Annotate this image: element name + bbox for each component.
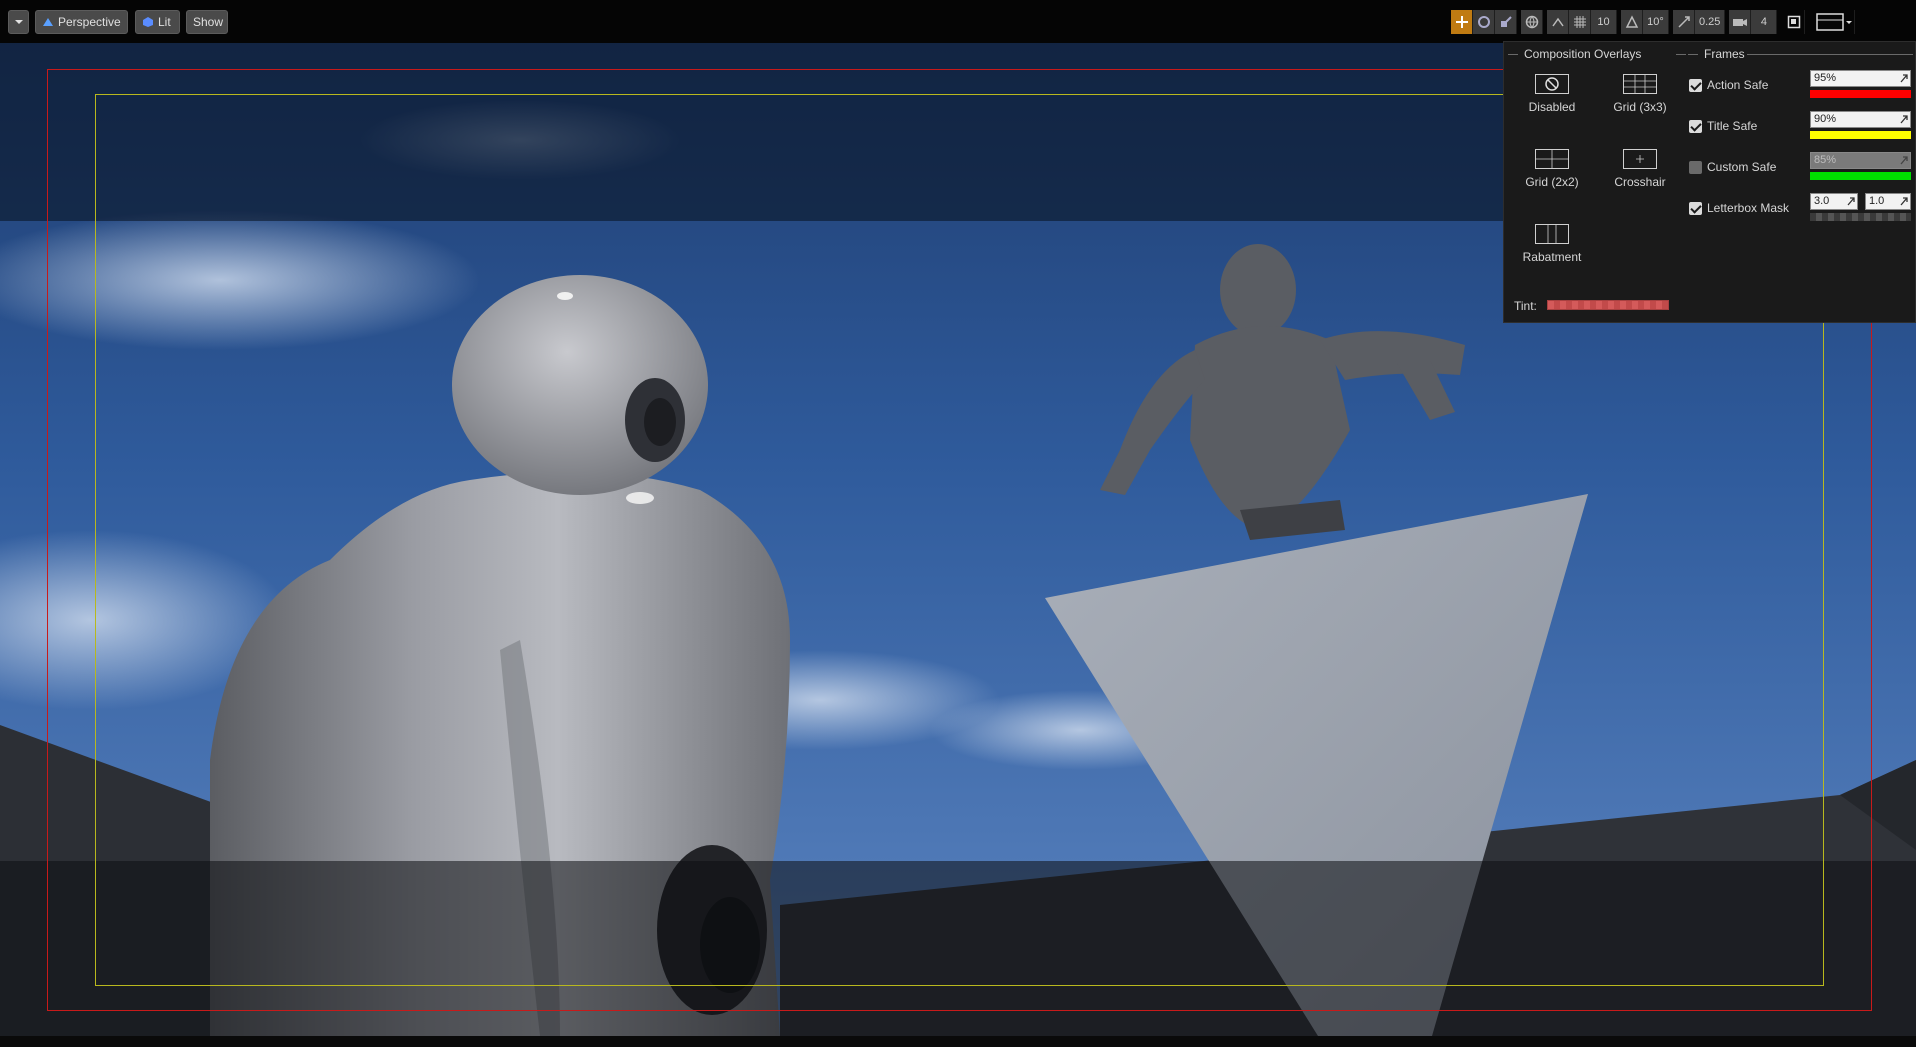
show-label: Show xyxy=(193,15,224,29)
letterbox-ratio-b-field[interactable]: 1.0 xyxy=(1865,193,1911,210)
letterbox-mask-row: Letterbox Mask xyxy=(1689,198,1789,218)
custom-safe-percent-field[interactable]: 85% xyxy=(1810,152,1911,169)
grid-snap-value[interactable]: 10 xyxy=(1591,10,1617,34)
scale-tool-button[interactable] xyxy=(1495,10,1517,34)
rotation-snap-button[interactable] xyxy=(1621,10,1643,34)
title-safe-color-swatch[interactable] xyxy=(1810,131,1911,139)
tint-color-swatch[interactable] xyxy=(1547,300,1669,310)
camera-icon xyxy=(1732,19,1747,26)
letterbox-mask-label: Letterbox Mask xyxy=(1707,201,1790,215)
rabatment-icon xyxy=(1535,224,1569,244)
overlay-grid-2x2-option[interactable]: Grid (2x2) xyxy=(1507,139,1597,199)
action-safe-value: 95% xyxy=(1814,72,1837,84)
spin-arrows-icon xyxy=(1900,115,1908,124)
overlay-crosshair-option[interactable]: Crosshair xyxy=(1595,139,1685,199)
overlay-disabled-label: Disabled xyxy=(1528,100,1576,114)
maximize-viewport-button[interactable] xyxy=(1783,10,1806,34)
lit-button[interactable]: Lit xyxy=(135,10,180,34)
action-safe-percent-field[interactable]: 95% xyxy=(1810,70,1911,87)
show-button[interactable]: Show xyxy=(186,10,228,34)
action-safe-checkbox[interactable] xyxy=(1689,78,1702,92)
lit-label: Lit xyxy=(158,15,171,29)
perspective-label: Perspective xyxy=(58,15,121,29)
rotation-snap-value[interactable]: 10° xyxy=(1643,10,1669,34)
camera-speed-button[interactable] xyxy=(1729,10,1752,34)
disabled-icon xyxy=(1535,74,1569,94)
lit-mode-icon xyxy=(143,17,153,27)
overlay-disabled-option[interactable]: Disabled xyxy=(1507,64,1597,124)
transform-toolbar: 10 10° 0.25 4 xyxy=(1451,10,1856,34)
overlay-crosshair-label: Crosshair xyxy=(1614,175,1666,189)
title-safe-percent-field[interactable]: 90% xyxy=(1810,111,1911,128)
maximize-icon xyxy=(1787,15,1801,29)
surface-snap-icon xyxy=(1551,17,1564,27)
scale-snap-value[interactable]: 0.25 xyxy=(1695,10,1726,34)
scale-snap-icon xyxy=(1677,16,1690,28)
grid-snap-button[interactable] xyxy=(1569,10,1591,34)
perspective-icon xyxy=(43,18,53,26)
custom-safe-color-swatch[interactable] xyxy=(1810,172,1911,180)
action-safe-row: Action Safe xyxy=(1689,75,1768,95)
letterbox-color-swatch[interactable] xyxy=(1810,213,1911,221)
action-safe-color-swatch[interactable] xyxy=(1810,90,1911,98)
grid-icon xyxy=(1573,16,1586,28)
overlay-grid-3x3-option[interactable]: Grid (3x3) xyxy=(1595,64,1685,124)
composition-overlays-panel: Composition Overlays Frames Disabled Gri… xyxy=(1503,41,1916,323)
surface-snap-button[interactable] xyxy=(1547,10,1569,34)
rotate-tool-button[interactable] xyxy=(1473,10,1495,34)
overlay-rabatment-option[interactable]: Rabatment xyxy=(1507,214,1597,274)
action-safe-label: Action Safe xyxy=(1707,78,1769,92)
custom-safe-row: Custom Safe xyxy=(1689,157,1776,177)
custom-safe-checkbox[interactable] xyxy=(1689,160,1702,174)
composition-overlays-heading: Composition Overlays xyxy=(1508,47,1641,61)
crosshair-icon xyxy=(1623,149,1657,169)
grid-2x2-icon xyxy=(1535,149,1569,169)
title-safe-row: Title Safe xyxy=(1689,116,1757,136)
composition-overlays-title: Composition Overlays xyxy=(1524,47,1642,61)
scale-snap-button[interactable] xyxy=(1673,10,1695,34)
overlay-grid-2x2-label: Grid (2x2) xyxy=(1525,175,1579,189)
custom-safe-value: 85% xyxy=(1814,154,1837,166)
letterbox-ratio-b-value: 1.0 xyxy=(1869,195,1885,207)
letterbox-ratio-a-value: 3.0 xyxy=(1814,195,1830,207)
globe-icon xyxy=(1525,15,1538,29)
spin-arrows-icon xyxy=(1847,197,1855,206)
tint-label: Tint: xyxy=(1514,299,1537,313)
rotate-icon xyxy=(1477,16,1490,28)
angle-icon xyxy=(1625,15,1638,28)
title-safe-label: Title Safe xyxy=(1707,119,1758,133)
spin-arrows-icon xyxy=(1900,74,1908,83)
move-icon xyxy=(1455,16,1468,28)
title-safe-value: 90% xyxy=(1814,113,1837,125)
scale-icon xyxy=(1500,16,1512,27)
chevron-down-icon xyxy=(14,20,23,24)
layout-icon xyxy=(1816,13,1852,31)
frames-heading: Frames xyxy=(1688,47,1745,61)
world-local-button[interactable] xyxy=(1521,10,1543,34)
perspective-button[interactable]: Perspective xyxy=(35,10,128,34)
overlay-grid-3x3-label: Grid (3x3) xyxy=(1613,100,1667,114)
camera-speed-value[interactable]: 4 xyxy=(1751,10,1778,34)
custom-safe-label: Custom Safe xyxy=(1707,160,1777,174)
spin-arrows-icon xyxy=(1900,197,1908,206)
viewport-toolbar: Perspective Lit Show 10 10° 0.25 4 xyxy=(0,0,1916,43)
viewport-options-button[interactable] xyxy=(8,10,29,34)
letterbox-ratio-a-field[interactable]: 3.0 xyxy=(1810,193,1858,210)
letterbox-mask-checkbox[interactable] xyxy=(1689,201,1702,215)
overlay-rabatment-label: Rabatment xyxy=(1522,250,1582,264)
frames-title: Frames xyxy=(1704,47,1745,61)
title-safe-checkbox[interactable] xyxy=(1689,119,1702,133)
translate-tool-button[interactable] xyxy=(1451,10,1473,34)
viewport-layout-button[interactable] xyxy=(1813,10,1856,34)
spin-arrows-icon xyxy=(1900,156,1908,165)
grid-3x3-icon xyxy=(1623,74,1657,94)
